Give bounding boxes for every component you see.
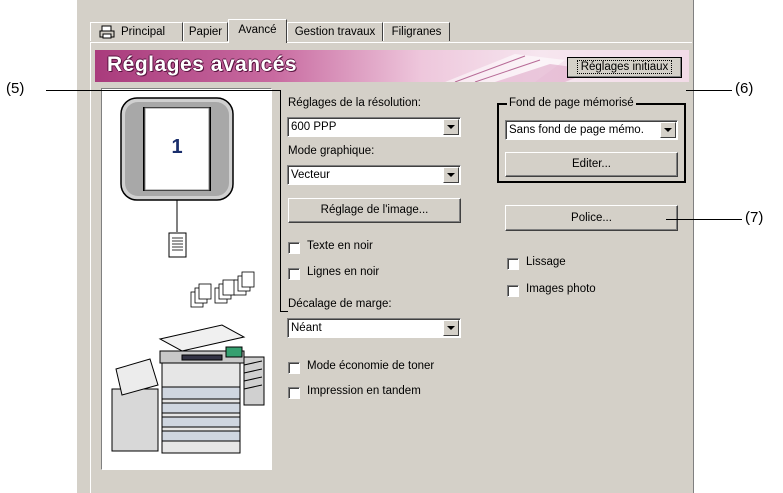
tab-avance[interactable]: Avancé bbox=[228, 19, 287, 43]
margin-shift-label: Décalage de marge: bbox=[288, 298, 392, 310]
resolution-value: 600 PPP bbox=[291, 121, 337, 133]
image-settings-button[interactable]: Réglage de l'image... bbox=[288, 198, 461, 223]
graphic-mode-select[interactable]: Vecteur bbox=[287, 165, 461, 185]
edit-overlay-button[interactable]: Editer... bbox=[505, 152, 678, 177]
overlay-label: Fond de page mémorisé bbox=[507, 97, 636, 109]
edit-overlay-label: Editer... bbox=[572, 158, 611, 170]
overlay-select[interactable]: Sans fond de page mémo. bbox=[505, 120, 678, 140]
smoothing-label: Lissage bbox=[526, 256, 566, 268]
reset-defaults-button[interactable]: Réglages initiaux bbox=[567, 57, 682, 78]
graphic-mode-value: Vecteur bbox=[291, 169, 330, 181]
resolution-label: Réglages de la résolution: bbox=[288, 97, 421, 109]
printer-icon bbox=[99, 25, 115, 39]
font-button-label: Police... bbox=[571, 212, 612, 224]
tab-gestion-label: Gestion travaux bbox=[294, 26, 376, 38]
callout-5: (5) bbox=[6, 80, 25, 97]
callout-6: (6) bbox=[735, 80, 754, 97]
tab-filigranes[interactable]: Filigranes bbox=[383, 22, 450, 41]
tab-principal[interactable]: Principal bbox=[90, 22, 183, 41]
callout-7: (7) bbox=[745, 209, 764, 226]
photo-checkbox[interactable] bbox=[507, 285, 519, 297]
toner-save-checkbox[interactable] bbox=[288, 362, 300, 374]
dialog-right-edge bbox=[693, 0, 694, 493]
tab-principal-label: Principal bbox=[121, 26, 166, 38]
callout-6-line bbox=[686, 90, 732, 91]
resolution-select[interactable]: 600 PPP bbox=[287, 117, 461, 137]
photo-label: Images photo bbox=[526, 283, 596, 295]
reset-defaults-label: Réglages initiaux bbox=[576, 60, 673, 74]
text-black-checkbox[interactable] bbox=[288, 242, 300, 254]
image-settings-label: Réglage de l'image... bbox=[320, 204, 429, 216]
toner-save-label: Mode économie de toner bbox=[307, 360, 435, 372]
callout-7-line bbox=[666, 219, 742, 220]
callout-5-line-vertical bbox=[280, 90, 281, 311]
preview-page-number: 1 bbox=[171, 136, 183, 158]
chevron-down-icon[interactable] bbox=[443, 320, 459, 336]
margin-shift-select[interactable]: Néant bbox=[287, 318, 461, 338]
margin-shift-value: Néant bbox=[291, 322, 322, 334]
tandem-label: Impression en tandem bbox=[307, 385, 421, 397]
callout-5-line bbox=[46, 90, 280, 91]
tab-avance-label: Avancé bbox=[238, 24, 277, 36]
font-button[interactable]: Police... bbox=[505, 205, 678, 231]
tab-papier[interactable]: Papier bbox=[183, 22, 228, 41]
printer-preview-panel: 1 bbox=[101, 88, 272, 470]
text-black-label: Texte en noir bbox=[307, 240, 373, 252]
tab-gestion-travaux[interactable]: Gestion travaux bbox=[287, 22, 383, 41]
smoothing-checkbox[interactable] bbox=[507, 258, 519, 270]
callout-5-line-end bbox=[280, 311, 288, 312]
graphic-mode-label: Mode graphique: bbox=[288, 145, 375, 157]
tab-papier-label: Papier bbox=[188, 26, 223, 38]
chevron-down-icon[interactable] bbox=[443, 167, 459, 183]
tab-filigranes-label: Filigranes bbox=[391, 26, 442, 38]
page-title: Réglages avancés bbox=[107, 53, 298, 76]
chevron-down-icon[interactable] bbox=[660, 122, 676, 138]
chevron-down-icon[interactable] bbox=[443, 119, 459, 135]
lines-black-label: Lignes en noir bbox=[307, 266, 380, 278]
overlay-value: Sans fond de page mémo. bbox=[509, 124, 644, 136]
tandem-checkbox[interactable] bbox=[288, 387, 300, 399]
lines-black-checkbox[interactable] bbox=[288, 268, 300, 280]
